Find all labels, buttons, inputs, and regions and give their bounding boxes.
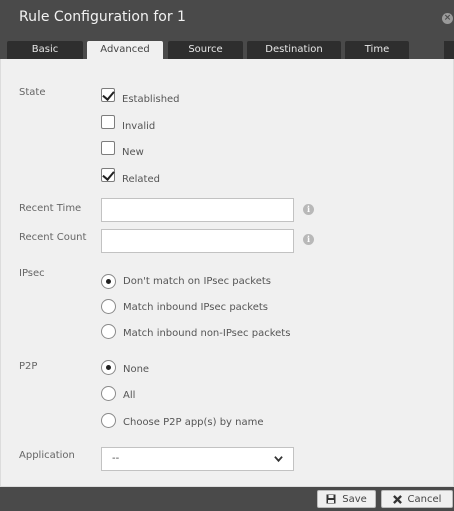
close-icon[interactable]: × [442,13,453,24]
tab-strip-filler [444,41,454,59]
state-option-new[interactable]: New [101,137,144,158]
recent-time-label: Recent Time [19,203,82,214]
p2p-none-label: None [123,363,150,375]
established-label: Established [122,94,180,105]
state-option-invalid[interactable]: Invalid [101,111,155,132]
invalid-checkbox[interactable] [101,114,115,129]
cancel-button[interactable]: Cancel [381,490,453,508]
related-checkbox[interactable] [101,167,115,182]
tab-advanced[interactable]: Advanced [87,41,163,59]
ipsec-radio-dont-match[interactable] [101,274,116,289]
save-label: Save [342,493,367,505]
p2p-radio-none[interactable] [101,360,116,375]
p2p-option-none[interactable]: None [101,360,149,375]
p2p-radio-by-name[interactable] [101,413,116,428]
tab-bar: Basic Advanced Source Destination Time [0,36,454,59]
tab-destination[interactable]: Destination [247,41,341,59]
tab-basic[interactable]: Basic [7,41,83,59]
established-checkbox[interactable] [101,87,115,102]
info-icon: i [303,234,314,245]
ipsec-option-inbound[interactable]: Match inbound IPsec packets [101,299,268,314]
ipsec-option-dont-match[interactable]: Don't match on IPsec packets [101,274,271,289]
p2p-label: P2P [19,361,38,372]
ipsec-inbound-label: Match inbound IPsec packets [123,302,269,313]
ipsec-radio-inbound[interactable] [101,299,116,314]
new-checkbox[interactable] [101,140,115,155]
state-option-established[interactable]: Established [101,84,180,105]
tab-source[interactable]: Source [168,41,243,59]
x-icon [392,494,402,504]
dialog-title: Rule Configuration for 1 [19,9,186,25]
ipsec-inbound-non-label: Match inbound non-IPsec packets [123,327,291,339]
p2p-by-name-label: Choose P2P app(s) by name [123,416,264,428]
ipsec-radio-inbound-non[interactable] [101,324,116,339]
dialog-titlebar: Rule Configuration for 1 × [0,0,454,36]
application-select[interactable]: -- [101,447,294,471]
recent-count-label: Recent Count [19,232,87,243]
ipsec-option-inbound-non[interactable]: Match inbound non-IPsec packets [101,324,290,339]
p2p-all-label: All [123,389,136,401]
application-selected-value: -- [112,453,120,464]
chevron-down-icon [274,456,283,463]
related-label: Related [122,174,160,185]
ipsec-label: IPsec [19,268,45,279]
dialog-footer: Save Cancel [0,487,454,511]
application-label: Application [19,450,75,461]
invalid-label: Invalid [122,121,156,132]
state-label: State [19,87,46,98]
new-label: New [122,147,144,158]
save-button[interactable]: Save [317,490,376,508]
recent-count-input[interactable] [101,229,294,253]
ipsec-dont-match-label: Don't match on IPsec packets [123,276,271,287]
p2p-option-all[interactable]: All [101,386,135,401]
cancel-label: Cancel [407,493,442,505]
floppy-disk-icon [326,494,336,504]
info-icon: i [303,204,314,215]
state-option-related[interactable]: Related [101,164,160,185]
recent-time-input[interactable] [101,198,294,222]
tab-time[interactable]: Time [345,41,409,59]
p2p-radio-all[interactable] [101,386,116,401]
p2p-option-by-name[interactable]: Choose P2P app(s) by name [101,413,264,428]
